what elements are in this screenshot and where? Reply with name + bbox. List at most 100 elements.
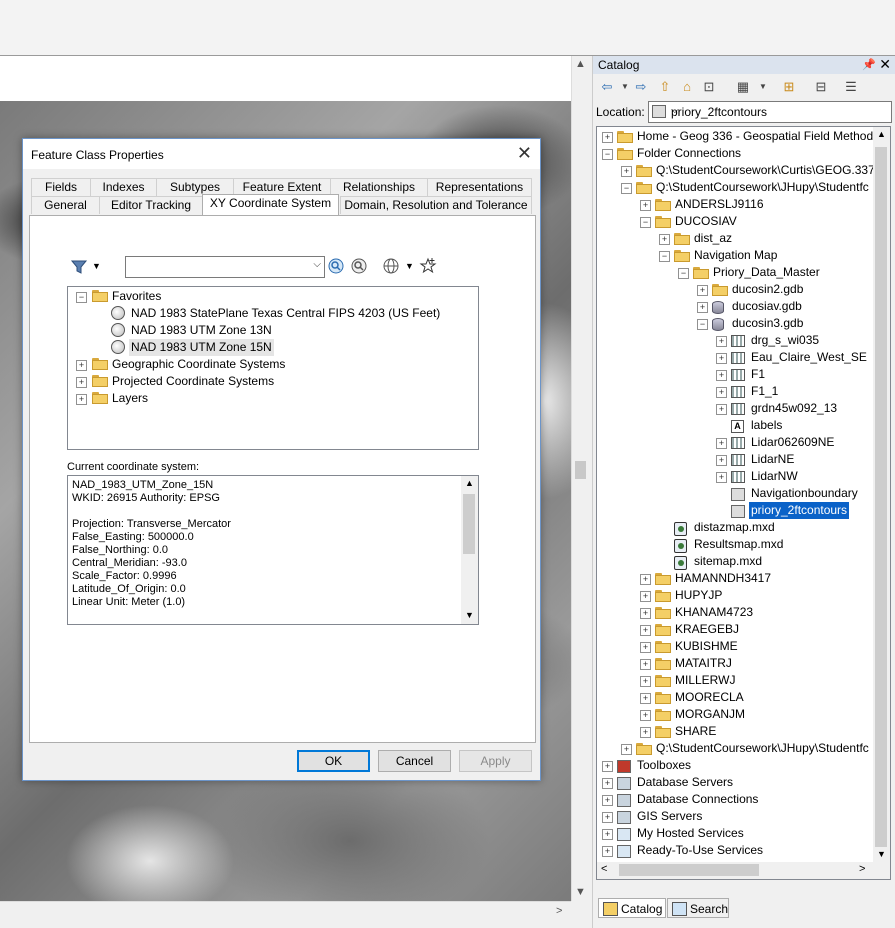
chevron-down-icon[interactable]: ⌵ [313, 259, 321, 270]
close-icon[interactable]: ✕ [517, 144, 532, 162]
expand-icon[interactable]: + [602, 846, 613, 857]
expand-icon[interactable]: + [640, 591, 651, 602]
map-vertical-scrollbar[interactable]: ▲ ▼ [571, 56, 589, 901]
catalog-tree-item[interactable]: GIS Servers [637, 808, 702, 825]
expand-icon[interactable]: + [602, 761, 613, 772]
chevron-down-icon[interactable]: ⌵ [671, 105, 887, 116]
catalog-tree-item[interactable]: HAMANNDH3417 [675, 570, 771, 587]
tree-item-projected[interactable]: Projected Coordinate Systems [112, 373, 274, 390]
scroll-thumb[interactable] [619, 864, 759, 876]
collapse-icon[interactable]: − [621, 183, 632, 194]
expand-icon[interactable]: + [602, 829, 613, 840]
tab-search[interactable]: Search [667, 898, 729, 918]
tab-indexes[interactable]: Indexes [90, 178, 157, 196]
catalog-tree-item[interactable]: Home - Geog 336 - Geospatial Field Metho… [637, 128, 873, 145]
expand-icon[interactable]: + [640, 625, 651, 636]
catalog-tree-item[interactable]: grdn45w092_13 [751, 400, 837, 417]
pin-icon[interactable]: 📌 [862, 58, 876, 71]
catalog-tree-item[interactable]: Priory_Data_Master [713, 264, 820, 281]
catalog-horizontal-scrollbar[interactable]: < > [597, 862, 873, 879]
cancel-button[interactable]: Cancel [378, 750, 451, 772]
catalog-tree-item[interactable]: F1 [751, 366, 765, 383]
coordinate-system-tree[interactable]: − Favorites NAD 1983 StatePlane Texas Ce… [67, 286, 479, 450]
expand-icon[interactable]: + [602, 132, 613, 143]
scroll-right-icon[interactable]: > [556, 905, 562, 917]
connect-folder-icon[interactable]: ⊡ [701, 80, 717, 94]
tab-editor-tracking[interactable]: Editor Tracking [99, 196, 203, 214]
expand-icon[interactable]: + [640, 200, 651, 211]
catalog-tree-item[interactable]: HUPYJP [675, 587, 722, 604]
catalog-tree-item[interactable]: KUBISHME [675, 638, 738, 655]
dialog-title-bar[interactable]: Feature Class Properties ✕ [23, 139, 540, 169]
new-folder-icon[interactable]: ⊞ [781, 80, 797, 94]
expand-icon[interactable]: + [716, 472, 727, 483]
catalog-tree-item[interactable]: Database Servers [637, 774, 733, 791]
catalog-tree-item[interactable]: LidarNW [751, 468, 798, 485]
scroll-down-icon[interactable]: ▼ [575, 886, 586, 898]
expand-icon[interactable]: + [716, 387, 727, 398]
back-dropdown-icon[interactable]: ▼ [617, 80, 633, 94]
current-coordinate-system-box[interactable]: NAD_1983_UTM_Zone_15N WKID: 26915 Author… [67, 475, 479, 625]
toggle-tree-icon[interactable]: ⊟ [813, 80, 829, 94]
expand-icon[interactable]: + [640, 693, 651, 704]
coordinate-system-search[interactable]: ⌵ [125, 256, 325, 278]
tree-item-layers[interactable]: Layers [112, 390, 148, 407]
catalog-tree-item[interactable]: Eau_Claire_West_SE [751, 349, 867, 366]
catalog-tree-item[interactable]: ducosiav.gdb [732, 298, 802, 315]
tab-domain-resolution-tolerance[interactable]: Domain, Resolution and Tolerance [340, 196, 532, 214]
expand-icon[interactable]: + [640, 574, 651, 585]
catalog-tree-item[interactable]: KHANAM4723 [675, 604, 753, 621]
tab-general[interactable]: General [31, 196, 100, 214]
expand-icon[interactable]: + [76, 377, 87, 388]
expand-icon[interactable]: + [602, 778, 613, 789]
apply-button[interactable]: Apply [459, 750, 532, 772]
expand-icon[interactable]: + [640, 676, 651, 687]
catalog-tree-item[interactable]: MORGANJM [675, 706, 745, 723]
catalog-tree-item[interactable]: Database Connections [637, 791, 758, 808]
catalog-tree-item[interactable]: Lidar062609NE [751, 434, 834, 451]
clear-search-icon[interactable] [350, 257, 368, 275]
expand-icon[interactable]: + [716, 336, 727, 347]
scroll-thumb[interactable] [575, 461, 586, 479]
expand-icon[interactable]: + [697, 302, 708, 313]
catalog-tree-item[interactable]: KRAEGEBJ [675, 621, 739, 638]
expand-icon[interactable]: + [640, 642, 651, 653]
tab-xy-coordinate-system[interactable]: XY Coordinate System [202, 194, 339, 215]
catalog-tree-item[interactable]: priory_2ftcontours [749, 502, 850, 519]
collapse-icon[interactable]: − [659, 251, 670, 262]
tree-item-utm-13n[interactable]: NAD 1983 UTM Zone 13N [131, 322, 272, 339]
catalog-tree-item[interactable]: Q:\StudentCoursework\JHupy\Studentfc [656, 179, 869, 196]
catalog-tree-item[interactable]: DUCOSIAV [675, 213, 737, 230]
expand-icon[interactable]: + [659, 234, 670, 245]
expand-icon[interactable]: + [621, 166, 632, 177]
scroll-thumb[interactable] [463, 494, 475, 554]
globe-dropdown-icon[interactable]: ▼ [405, 261, 414, 271]
catalog-title-bar[interactable]: Catalog 📌 ✕ [593, 56, 895, 74]
scroll-right-icon[interactable]: > [859, 863, 865, 875]
expand-icon[interactable]: + [621, 744, 632, 755]
catalog-tree-item[interactable]: ducosin2.gdb [732, 281, 803, 298]
tab-representations[interactable]: Representations [427, 178, 532, 196]
ok-button[interactable]: OK [297, 750, 370, 772]
add-to-favorites-star-icon[interactable] [419, 257, 437, 275]
expand-icon[interactable]: + [76, 360, 87, 371]
scroll-up-icon[interactable]: ▲ [465, 478, 474, 488]
catalog-tree-item[interactable]: MILLERWJ [675, 672, 735, 689]
catalog-tree-item[interactable]: Ready-To-Use Services [637, 842, 763, 859]
tab-fields[interactable]: Fields [31, 178, 91, 196]
scroll-left-icon[interactable]: < [601, 863, 607, 875]
expand-icon[interactable]: + [640, 608, 651, 619]
tree-item-geographic[interactable]: Geographic Coordinate Systems [112, 356, 285, 373]
catalog-tree-item[interactable]: My Hosted Services [637, 825, 744, 842]
expand-icon[interactable]: + [716, 404, 727, 415]
expand-icon[interactable]: + [602, 795, 613, 806]
expand-icon[interactable]: + [602, 812, 613, 823]
catalog-tree-item[interactable]: Q:\StudentCoursework\Curtis\GEOG.337 [656, 162, 875, 179]
catalog-tree-item[interactable]: F1_1 [751, 383, 778, 400]
collapse-icon[interactable]: − [602, 149, 613, 160]
catalog-tree-item[interactable]: Toolboxes [637, 757, 691, 774]
catalog-tree-item[interactable]: Navigation Map [694, 247, 777, 264]
scroll-up-icon[interactable]: ▲ [877, 129, 886, 139]
details-scrollbar[interactable]: ▲ ▼ [461, 476, 478, 624]
home-icon[interactable]: ⌂ [679, 80, 695, 94]
